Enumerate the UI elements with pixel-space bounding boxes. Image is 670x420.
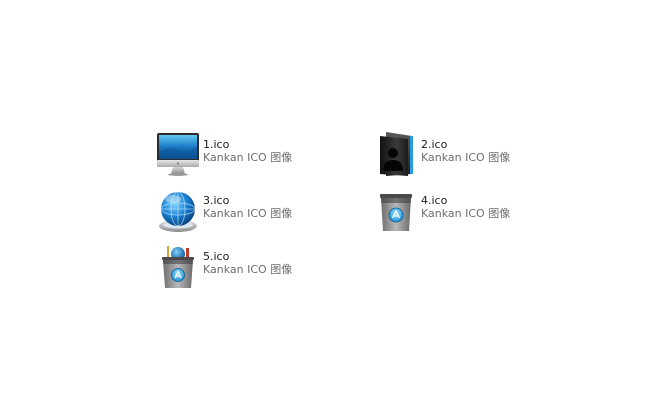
imac-monitor-icon [154, 130, 202, 178]
file-name: 3.ico [203, 194, 230, 207]
file-type: Kankan ICO 图像 [421, 151, 511, 164]
file-item-2[interactable]: 2.ico Kankan ICO 图像 [372, 130, 572, 178]
app-store-box-icon [372, 186, 420, 234]
file-item-5[interactable]: 5.ico Kankan ICO 图像 [154, 242, 354, 290]
file-type: Kankan ICO 图像 [203, 151, 293, 164]
file-type: Kankan ICO 图像 [203, 207, 293, 220]
file-item-1[interactable]: 1.ico Kankan ICO 图像 [154, 130, 354, 178]
file-name: 4.ico [421, 194, 448, 207]
blue-globe-icon [154, 186, 202, 234]
file-name: 5.ico [203, 250, 230, 263]
file-item-4[interactable]: 4.ico Kankan ICO 图像 [372, 186, 572, 234]
file-type: Kankan ICO 图像 [421, 207, 511, 220]
file-view: 1.ico Kankan ICO 图像 2.ico Kankan ICO 图像 … [0, 0, 670, 420]
app-store-box-with-items-icon [154, 242, 202, 290]
file-item-3[interactable]: 3.ico Kankan ICO 图像 [154, 186, 354, 234]
file-name: 2.ico [421, 138, 448, 151]
dark-user-folder-icon [372, 130, 420, 178]
file-type: Kankan ICO 图像 [203, 263, 293, 276]
file-name: 1.ico [203, 138, 230, 151]
